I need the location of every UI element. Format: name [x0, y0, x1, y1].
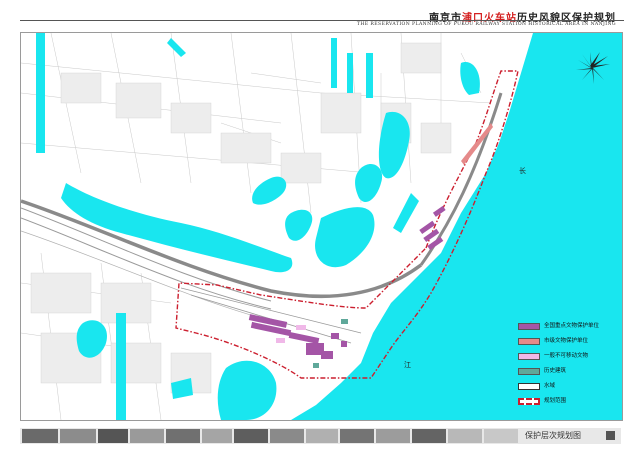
legend-label: 全国重点文物保护单位 — [544, 323, 600, 329]
pond-northeast — [378, 111, 410, 179]
pond-mid2 — [285, 209, 313, 241]
legend-label: 水域 — [544, 383, 556, 389]
legend-item: 市级文物保护单位 — [518, 337, 618, 346]
pond-center — [315, 207, 375, 268]
title-divider — [20, 20, 624, 21]
page-subtitle: THE RESERVATION PLANNING OF PUKOU RAILWA… — [356, 22, 616, 27]
legend-label: 一般不可移动文物 — [544, 353, 589, 359]
legend-item: 一般不可移动文物 — [518, 352, 618, 361]
river-label-chang: 长 — [519, 167, 526, 175]
legend-item: 水域 — [518, 382, 618, 391]
planning-map[interactable] — [20, 32, 623, 421]
legend-label: 规划范围 — [544, 398, 567, 404]
legend-swatch — [518, 383, 540, 390]
river-label-jiang: 江 — [404, 361, 411, 369]
legend-item: 全国重点文物保护单位 — [518, 322, 618, 331]
legend-swatch — [518, 338, 540, 345]
legend-item: 规划范围 — [518, 397, 618, 406]
sheet-number-mark — [606, 431, 615, 440]
legend-swatch — [518, 353, 540, 360]
map-sheet: 南京市浦口火车站历史风貌区保护规划 THE RESERVATION PLANNI… — [0, 0, 640, 453]
legend-label: 历史建筑 — [544, 368, 567, 374]
sheet-title: 保护层次规划图 — [525, 431, 581, 440]
map-canvas — [21, 33, 622, 420]
legend-label: 市级文物保护单位 — [544, 338, 589, 344]
legend-item: 历史建筑 — [518, 367, 618, 376]
pond-mid — [252, 176, 287, 205]
canal-left — [36, 33, 45, 153]
legend-swatch — [518, 323, 540, 330]
legend-swatch — [518, 368, 540, 375]
compass-icon — [576, 52, 610, 84]
legend-swatch — [518, 398, 540, 405]
